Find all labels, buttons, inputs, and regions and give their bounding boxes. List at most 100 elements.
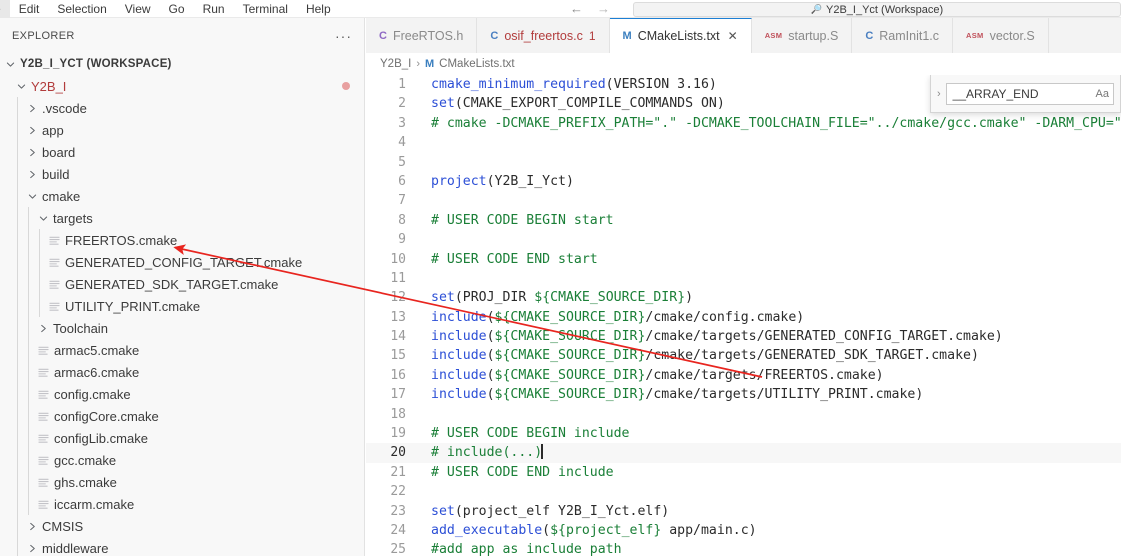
code-line[interactable]: 13 include(${CMAKE_SOURCE_DIR}/cmake/conf… <box>366 308 1121 327</box>
tree-item-label: build <box>42 166 70 182</box>
code-line[interactable]: 4 <box>366 133 1121 152</box>
tree-file-configlib-cmake[interactable]: configLib.cmake <box>0 427 364 449</box>
tree-folder-y2b-i-yct-workspace-[interactable]: Y2B_I_YCT (WORKSPACE) <box>0 53 364 75</box>
code-line-text <box>420 153 431 172</box>
tree-file-armac6-cmake[interactable]: armac6.cmake <box>0 361 364 383</box>
tab-vector-s[interactable]: ASM vector.S <box>953 18 1049 53</box>
menu-item-run[interactable]: Run <box>194 0 234 18</box>
tree-file-generated-sdk-target-cmake[interactable]: GENERATED_SDK_TARGET.cmake <box>0 273 364 295</box>
tree-file-configcore-cmake[interactable]: configCore.cmake <box>0 405 364 427</box>
code-line-text: # USER CODE END include <box>420 463 614 482</box>
code-line[interactable]: 14 include(${CMAKE_SOURCE_DIR}/cmake/targ… <box>366 327 1121 346</box>
code-token: ) <box>708 77 717 92</box>
code-token: ( <box>605 77 614 92</box>
code-line[interactable]: 3 # cmake -DCMAKE_PREFIX_PATH="." -DCMAKE… <box>366 114 1121 133</box>
menu-item-e[interactable]: e <box>0 0 10 18</box>
code-line[interactable]: 22 <box>366 482 1121 501</box>
tree-file-iccarm-cmake[interactable]: iccarm.cmake <box>0 493 364 515</box>
chevron-right-icon[interactable] <box>35 324 51 333</box>
menu-item-go[interactable]: Go <box>160 0 194 18</box>
tree-file-freertos-cmake[interactable]: FREERTOS.cmake <box>0 229 364 251</box>
tree-folder--vscode[interactable]: .vscode <box>0 97 364 119</box>
tree-item-label: FREERTOS.cmake <box>65 232 178 248</box>
file-lines-icon <box>35 477 52 488</box>
code-line-text: set(CMAKE_EXPORT_COMPILE_COMMANDS ON) <box>420 94 725 113</box>
code-line[interactable]: 12 set(PROJ_DIR ${CMAKE_SOURCE_DIR}) <box>366 288 1121 307</box>
tree-folder-middleware[interactable]: middleware <box>0 537 364 556</box>
code-line[interactable]: 11 <box>366 269 1121 288</box>
code-line[interactable]: 19 # USER CODE BEGIN include <box>366 424 1121 443</box>
chevron-right-icon[interactable] <box>24 104 40 113</box>
chevron-right-icon[interactable] <box>24 126 40 135</box>
tree-folder-board[interactable]: board <box>0 141 364 163</box>
code-line[interactable]: 17 include(${CMAKE_SOURCE_DIR}/cmake/targ… <box>366 385 1121 404</box>
code-line[interactable]: 23 set(project_elf Y2B_I_Yct.elf) <box>366 502 1121 521</box>
chevron-right-icon[interactable] <box>24 544 40 553</box>
tree-file-utility-print-cmake[interactable]: UTILITY_PRINT.cmake <box>0 295 364 317</box>
more-actions-icon[interactable]: ··· <box>335 29 352 43</box>
line-number: 10 <box>390 251 406 267</box>
tab-freertos-h[interactable]: C FreeRTOS.h <box>366 18 478 53</box>
code-line[interactable]: 6 project(Y2B_I_Yct) <box>366 172 1121 191</box>
tree-folder-app[interactable]: app <box>0 119 364 141</box>
tree-folder-y2b-i[interactable]: Y2B_I <box>0 75 364 97</box>
back-icon[interactable]: ← <box>570 0 583 18</box>
tree-folder-cmsis[interactable]: CMSIS <box>0 515 364 537</box>
code-token: # include(...) <box>431 445 543 461</box>
tree-folder-cmake[interactable]: cmake <box>0 185 364 207</box>
breadcrumb-file[interactable]: CMakeLists.txt <box>439 58 514 70</box>
code-line[interactable]: 16 include(${CMAKE_SOURCE_DIR}/cmake/targ… <box>366 366 1121 385</box>
tree-item-label: Y2B_I_YCT (WORKSPACE) <box>20 58 172 70</box>
tab-cmakelists-txt[interactable]: M CMakeLists.txt ✕ <box>609 18 752 53</box>
find-widget[interactable]: › __ARRAY_END Aa <box>930 75 1121 113</box>
chevron-down-icon[interactable] <box>24 192 40 201</box>
code-line[interactable]: 8 # USER CODE BEGIN start <box>366 211 1121 230</box>
code-line[interactable]: 21 # USER CODE END include <box>366 463 1121 482</box>
tab-startup-s[interactable]: ASM startup.S <box>751 18 853 53</box>
tree-file-armac5-cmake[interactable]: armac5.cmake <box>0 339 364 361</box>
menu-item-terminal[interactable]: Terminal <box>234 0 297 18</box>
chevron-down-icon[interactable] <box>35 214 51 223</box>
tree-folder-toolchain[interactable]: Toolchain <box>0 317 364 339</box>
chevron-right-icon[interactable] <box>24 148 40 157</box>
breadcrumb-root[interactable]: Y2B_I <box>380 58 411 70</box>
code-line[interactable]: 10 # USER CODE END start <box>366 250 1121 269</box>
file-lines-icon <box>35 455 52 466</box>
code-line[interactable]: 5 <box>366 153 1121 172</box>
code-token: /cmake/targets/FREERTOS.cmake <box>645 367 876 383</box>
tree-folder-targets[interactable]: targets <box>0 207 364 229</box>
chevron-right-icon[interactable] <box>24 170 40 179</box>
match-case-icon[interactable]: Aa <box>1096 88 1109 100</box>
tree-file-ghs-cmake[interactable]: ghs.cmake <box>0 471 364 493</box>
code-line-text: cmake_minimum_required(VERSION 3.16) <box>420 75 717 94</box>
tree-file-config-cmake[interactable]: config.cmake <box>0 383 364 405</box>
code-line[interactable]: 7 <box>366 191 1121 210</box>
forward-icon[interactable]: → <box>597 0 610 18</box>
tab-raminit1-c[interactable]: C RamInit1.c <box>852 18 954 53</box>
code-line[interactable]: 25 #add app as include path <box>366 540 1121 556</box>
chevron-down-icon[interactable] <box>13 82 29 91</box>
code-line[interactable]: 18 <box>366 405 1121 424</box>
code-token: project <box>431 173 487 189</box>
tab-osif-freertos-c[interactable]: Cosif_freertos.c 1 <box>477 18 610 53</box>
code-line[interactable]: 20 # include(...) <box>366 443 1121 463</box>
menu-item-selection[interactable]: Selection <box>48 0 115 18</box>
tree-folder-build[interactable]: build <box>0 163 364 185</box>
menu-item-view[interactable]: View <box>116 0 160 18</box>
menu-item-help[interactable]: Help <box>297 0 340 18</box>
close-icon[interactable]: ✕ <box>728 29 738 43</box>
find-input[interactable]: __ARRAY_END Aa <box>945 82 1114 105</box>
command-center[interactable]: 🔍 Y2B_I_Yct (Workspace) <box>633 2 1121 17</box>
code-line[interactable]: 24 add_executable(${project_elf} app/main… <box>366 521 1121 540</box>
chevron-right-icon[interactable] <box>24 522 40 531</box>
tree-item-label: iccarm.cmake <box>54 496 135 512</box>
tree-file-generated-config-target-cmake[interactable]: GENERATED_CONFIG_TARGET.cmake <box>0 251 364 273</box>
code-line[interactable]: 9 <box>366 230 1121 249</box>
menu-item-edit[interactable]: Edit <box>10 0 49 18</box>
code-token: ) <box>685 290 694 306</box>
code-line[interactable]: 15 include(${CMAKE_SOURCE_DIR}/cmake/targ… <box>366 346 1121 365</box>
tree-file-gcc-cmake[interactable]: gcc.cmake <box>0 449 364 471</box>
chevron-right-icon[interactable]: › <box>937 88 941 100</box>
code-editor[interactable]: 1 cmake_minimum_required(VERSION 3.16) 2 se… <box>366 75 1121 556</box>
chevron-down-icon[interactable] <box>2 60 18 69</box>
